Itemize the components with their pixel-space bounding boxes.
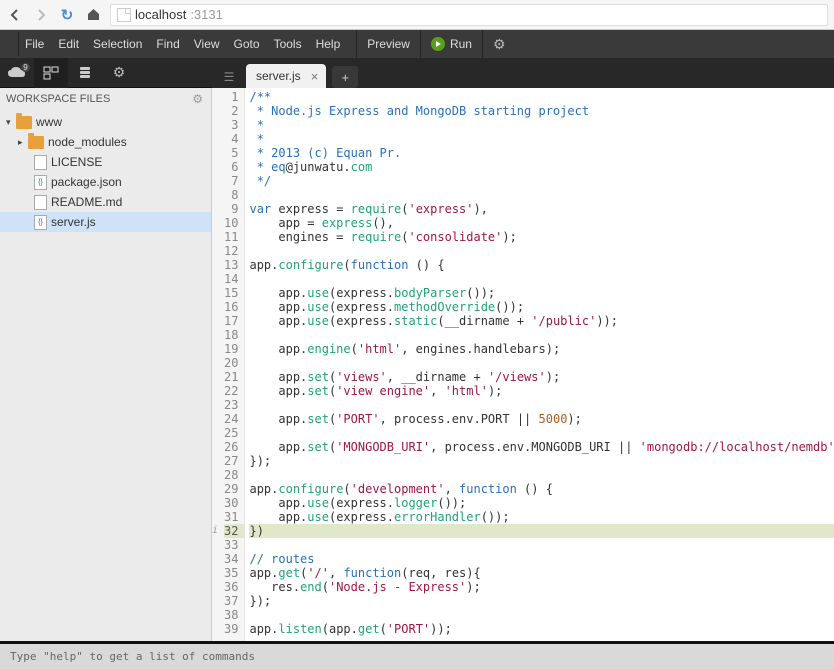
nav-back-button[interactable] xyxy=(6,6,24,24)
app-menubar: File Edit Selection Find View Goto Tools Help P… xyxy=(0,30,834,58)
tab-list-icon[interactable]: ☰ xyxy=(220,66,238,88)
file-icon: {} xyxy=(34,215,47,230)
tree-item-LICENSE[interactable]: LICENSE xyxy=(0,152,211,172)
tree-folder-www[interactable]: ▾ www xyxy=(0,112,211,132)
line-gutter: 1234567891011121314151617181920212223242… xyxy=(218,88,245,641)
tab-server-js[interactable]: server.js × xyxy=(246,64,326,88)
nav-reload-button[interactable]: ↻ xyxy=(58,6,76,24)
tree-item-README-md[interactable]: README.md xyxy=(0,192,211,212)
file-icon: {} xyxy=(34,175,47,190)
run-button[interactable]: Run xyxy=(420,30,482,58)
settings-button[interactable]: ⚙ xyxy=(482,30,516,58)
menu-help[interactable]: Help xyxy=(316,37,341,51)
prefs-tab[interactable]: ⚙ xyxy=(102,58,136,88)
run-label: Run xyxy=(450,37,472,51)
tree-label: server.js xyxy=(51,215,96,229)
page-icon xyxy=(117,8,131,22)
menu-selection[interactable]: Selection xyxy=(93,37,142,51)
url-port: :3131 xyxy=(190,7,223,22)
tree-item-server-js[interactable]: {} server.js xyxy=(0,212,211,232)
tree-item-package-json[interactable]: {} package.json xyxy=(0,172,211,192)
folder-icon xyxy=(28,136,44,149)
play-icon xyxy=(431,37,445,51)
menu-view[interactable]: View xyxy=(194,37,220,51)
close-icon[interactable]: × xyxy=(311,69,319,84)
chevron-right-icon: ▸ xyxy=(18,137,28,148)
menu-edit[interactable]: Edit xyxy=(58,37,79,51)
db-tab[interactable] xyxy=(68,58,102,88)
cloud-tab[interactable]: 9 xyxy=(0,58,34,88)
main-area: WORKSPACE FILES ⚙ ▾ www ▸ node_modules LIC… xyxy=(0,88,834,641)
tree-label: LICENSE xyxy=(51,155,102,169)
files-tab[interactable] xyxy=(34,58,68,88)
tree-label: www xyxy=(36,115,62,129)
editor-tabs: ☰ server.js × + xyxy=(212,58,834,88)
nav-home-button[interactable] xyxy=(84,6,102,24)
file-tree: ▾ www ▸ node_modules LICENSE {} package.json… xyxy=(0,110,211,234)
gear-icon: ⚙ xyxy=(493,36,506,53)
icon-row: 9 ⚙ ☰ server.js × + xyxy=(0,58,834,88)
tab-label: server.js xyxy=(256,69,301,83)
folder-icon xyxy=(16,116,32,129)
toolbar-right: Preview Run ⚙ xyxy=(356,30,515,58)
code-area[interactable]: i 12345678910111213141516171819202122232… xyxy=(212,88,834,641)
url-host: localhost xyxy=(135,7,186,22)
menu-find[interactable]: Find xyxy=(156,37,179,51)
tree-label: README.md xyxy=(51,195,122,209)
file-icon xyxy=(34,195,47,210)
nav-forward-button[interactable] xyxy=(32,6,50,24)
sidebar: WORKSPACE FILES ⚙ ▾ www ▸ node_modules LIC… xyxy=(0,88,212,641)
preview-button[interactable]: Preview xyxy=(356,30,420,58)
tree-label: node_modules xyxy=(48,135,127,149)
tree-label: package.json xyxy=(51,175,122,189)
divider xyxy=(18,32,19,56)
chevron-down-icon: ▾ xyxy=(6,117,16,128)
command-hint: Type "help" to get a list of commands xyxy=(10,650,255,663)
browser-toolbar: ↻ localhost :3131 xyxy=(0,0,834,30)
code-content[interactable]: /** * Node.js Express and MongoDB starti… xyxy=(245,88,834,641)
file-icon xyxy=(34,155,47,170)
editor-pane: i 12345678910111213141516171819202122232… xyxy=(212,88,834,641)
badge-count: 9 xyxy=(21,63,30,72)
new-tab-button[interactable]: + xyxy=(332,66,358,88)
menu-tools[interactable]: Tools xyxy=(274,37,302,51)
menu-file[interactable]: File xyxy=(25,37,44,51)
tree-item-node_modules[interactable]: ▸ node_modules xyxy=(0,132,211,152)
sidebar-header: WORKSPACE FILES ⚙ xyxy=(0,88,211,110)
sidebar-title: WORKSPACE FILES xyxy=(6,93,110,105)
url-bar[interactable]: localhost :3131 xyxy=(110,4,828,26)
gear-icon[interactable]: ⚙ xyxy=(192,92,203,106)
preview-label: Preview xyxy=(367,37,410,51)
gear-icon: ⚙ xyxy=(113,64,126,81)
menu-list: File Edit Selection Find View Goto Tools Help xyxy=(25,37,340,51)
command-bar[interactable]: Type "help" to get a list of commands xyxy=(0,641,834,669)
menu-goto[interactable]: Goto xyxy=(234,37,260,51)
